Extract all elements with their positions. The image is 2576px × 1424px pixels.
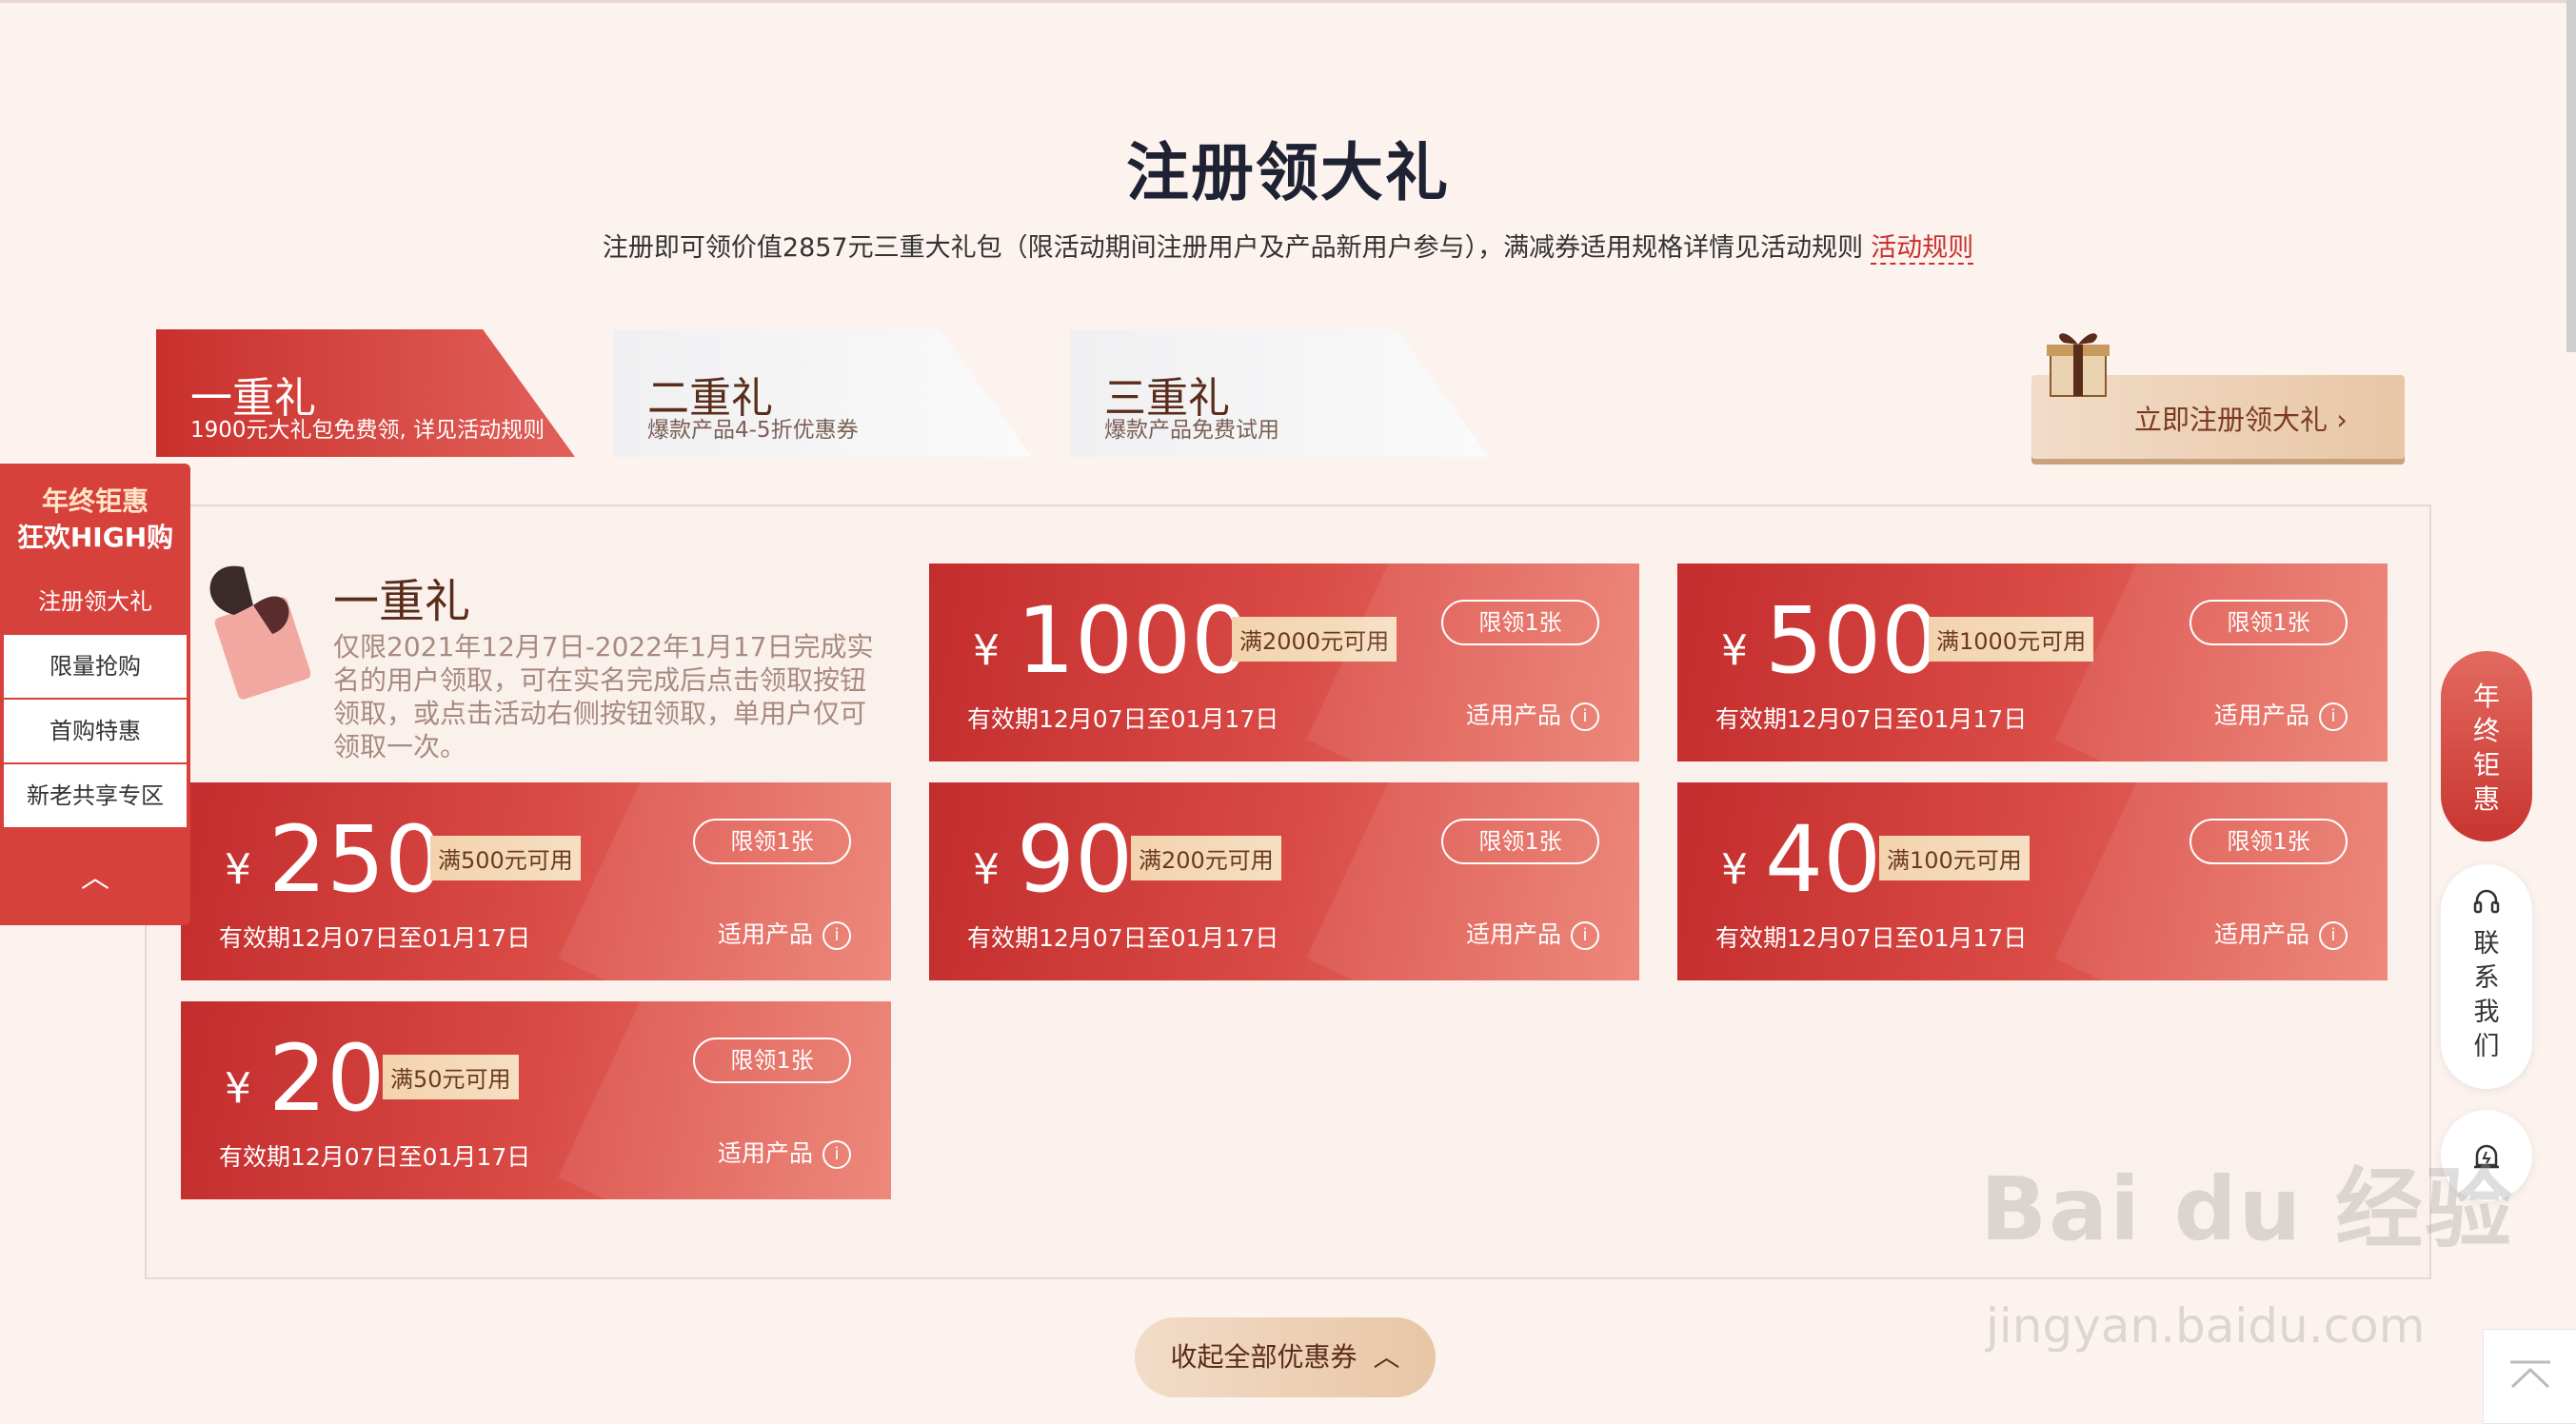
coupon-amount: 40 — [1765, 806, 1882, 913]
info-icon[interactable]: i — [822, 1140, 851, 1169]
watermark-logo: Bai du 经验 — [1980, 1158, 2515, 1260]
coupon-card: ¥ 90 满200元可用 有效期12月07日至01月17日 限领1张 适用产品 i — [929, 782, 1639, 980]
coupon-validity: 有效期12月07日至01月17日 — [219, 924, 531, 952]
gift-ribbon-icon — [209, 565, 310, 700]
coupon-validity: 有效期12月07日至01月17日 — [1715, 705, 2028, 733]
coupon-amount: 1000 — [1017, 587, 1250, 694]
applicable-products-link[interactable]: 适用产品 i — [718, 1135, 851, 1169]
nav-item-shared-zone[interactable]: 新老共享专区 — [4, 764, 187, 827]
nav-heading-line2: 狂欢HIGH购 — [16, 522, 174, 553]
tab-subtitle: 爆款产品4-5折优惠券 — [647, 418, 859, 443]
intro-title: 一重礼 — [333, 575, 471, 628]
coupon-amount: 500 — [1765, 587, 1940, 694]
applicable-products-link[interactable]: 适用产品 i — [718, 916, 851, 950]
tab-subtitle: 爆款产品免费试用 — [1104, 418, 1279, 443]
currency-symbol: ¥ — [1721, 845, 1748, 894]
register-now-label: 立即注册领大礼 › — [2134, 404, 2348, 436]
coupon-card: ¥ 250 满500元可用 有效期12月07日至01月17日 限领1张 适用产品… — [181, 782, 891, 980]
tab-subtitle: 1900元大礼包免费领, 详见活动规则 — [190, 418, 545, 443]
nav-item-register-gift[interactable]: 注册领大礼 — [4, 570, 187, 633]
claim-limit-button[interactable]: 限领1张 — [2190, 819, 2348, 864]
tab-gift-3[interactable]: 三重礼 爆款产品免费试用 — [1070, 329, 1489, 457]
chevron-up-icon: ︿ — [1373, 1341, 1400, 1373]
headset-icon — [2473, 889, 2500, 914]
applicable-products-label: 适用产品 — [717, 920, 813, 948]
applicable-products-label: 适用产品 — [717, 1139, 813, 1167]
info-icon[interactable]: i — [2319, 921, 2348, 950]
currency-symbol: ¥ — [973, 626, 1000, 675]
coupon-card: ¥ 500 满1000元可用 有效期12月07日至01月17日 限领1张 适用产… — [1677, 564, 2388, 761]
claim-limit-button[interactable]: 限领1张 — [693, 819, 851, 864]
claim-limit-button[interactable]: 限领1张 — [1441, 819, 1599, 864]
left-floating-nav: 年终钜惠 狂欢HIGH购 注册领大礼 限量抢购 首购特惠 新老共享专区 ︿ — [0, 464, 190, 925]
watermark-url: jingyan.baidu.com — [1986, 1298, 2426, 1354]
claim-limit-button[interactable]: 限领1张 — [2190, 600, 2348, 645]
info-icon[interactable]: i — [1571, 921, 1599, 950]
coupon-amount: 90 — [1017, 806, 1134, 913]
subtitle-text: 注册即可领价值2857元三重大礼包（限活动期间注册用户及产品新用户参与），满减券… — [602, 233, 1864, 263]
promo-label: 年终钜惠 — [2472, 681, 2500, 815]
coupon-condition: 满100元可用 — [1879, 836, 2030, 880]
top-border — [0, 0, 2576, 3]
page-title: 注册领大礼 — [1126, 136, 1450, 209]
tab-gift-1[interactable]: 一重礼 1900元大礼包免费领, 详见活动规则 — [156, 329, 575, 457]
back-to-top-icon — [2510, 1360, 2550, 1389]
currency-symbol: ¥ — [1721, 626, 1748, 675]
info-icon[interactable]: i — [822, 921, 851, 950]
currency-symbol: ¥ — [973, 845, 1000, 894]
applicable-products-label: 适用产品 — [2213, 920, 2309, 948]
coupon-validity: 有效期12月07日至01月17日 — [219, 1143, 531, 1171]
collapse-label: 收起全部优惠券 — [1170, 1341, 1357, 1373]
coupon-condition: 满200元可用 — [1131, 836, 1281, 880]
coupon-condition: 满2000元可用 — [1232, 617, 1397, 662]
coupon-condition: 满500元可用 — [430, 836, 581, 880]
year-end-promo-button[interactable]: 年终钜惠 — [2441, 651, 2532, 841]
back-to-top-button[interactable] — [2483, 1329, 2576, 1424]
applicable-products-link[interactable]: 适用产品 i — [1466, 916, 1599, 950]
nav-collapse-chevron-up-icon[interactable]: ︿ — [0, 854, 190, 896]
coupon-card: ¥ 1000 满2000元可用 有效期12月07日至01月17日 限领1张 适用… — [929, 564, 1639, 761]
page-subtitle: 注册即可领价值2857元三重大礼包（限活动期间注册用户及产品新用户参与），满减券… — [0, 227, 2576, 265]
contact-label: 联系我们 — [2473, 929, 2500, 1061]
nav-item-first-purchase[interactable]: 首购特惠 — [4, 700, 187, 762]
coupon-card: ¥ 20 满50元可用 有效期12月07日至01月17日 限领1张 适用产品 i — [181, 1001, 891, 1199]
nav-heading-line1: 年终钜惠 — [41, 485, 149, 517]
applicable-products-link[interactable]: 适用产品 i — [1466, 697, 1599, 731]
coupon-condition: 满50元可用 — [383, 1055, 519, 1099]
tab-gift-2[interactable]: 二重礼 爆款产品4-5折优惠券 — [613, 329, 1032, 457]
coupon-validity: 有效期12月07日至01月17日 — [967, 924, 1279, 952]
coupon-amount: 250 — [268, 806, 444, 913]
intro-text: 仅限2021年12月7日-2022年1月17日完成实名的用户领取，可在实名完成后… — [333, 631, 874, 762]
currency-symbol: ¥ — [225, 1064, 251, 1113]
activity-rules-link[interactable]: 活动规则 — [1871, 233, 1974, 265]
currency-symbol: ¥ — [225, 845, 251, 894]
applicable-products-label: 适用产品 — [2213, 702, 2309, 729]
contact-us-button[interactable]: 联系我们 — [2441, 864, 2532, 1089]
applicable-products-link[interactable]: 适用产品 i — [2214, 697, 2348, 731]
coupon-validity: 有效期12月07日至01月17日 — [1715, 924, 2028, 952]
coupon-card: ¥ 40 满100元可用 有效期12月07日至01月17日 限领1张 适用产品 i — [1677, 782, 2388, 980]
coupon-amount: 20 — [268, 1025, 386, 1132]
info-icon[interactable]: i — [1571, 702, 1599, 731]
coupon-condition: 满1000元可用 — [1929, 617, 2094, 662]
coupon-validity: 有效期12月07日至01月17日 — [967, 705, 1279, 733]
info-icon[interactable]: i — [2319, 702, 2348, 731]
gift-box-icon — [2047, 333, 2110, 397]
claim-limit-button[interactable]: 限领1张 — [693, 1038, 851, 1083]
applicable-products-link[interactable]: 适用产品 i — [2214, 916, 2348, 950]
applicable-products-label: 适用产品 — [1465, 702, 1561, 729]
nav-item-limited-sale[interactable]: 限量抢购 — [4, 635, 187, 698]
collapse-all-coupons-button[interactable]: 收起全部优惠券 ︿ — [1135, 1317, 1436, 1397]
applicable-products-label: 适用产品 — [1465, 920, 1561, 948]
claim-limit-button[interactable]: 限领1张 — [1441, 600, 1599, 645]
